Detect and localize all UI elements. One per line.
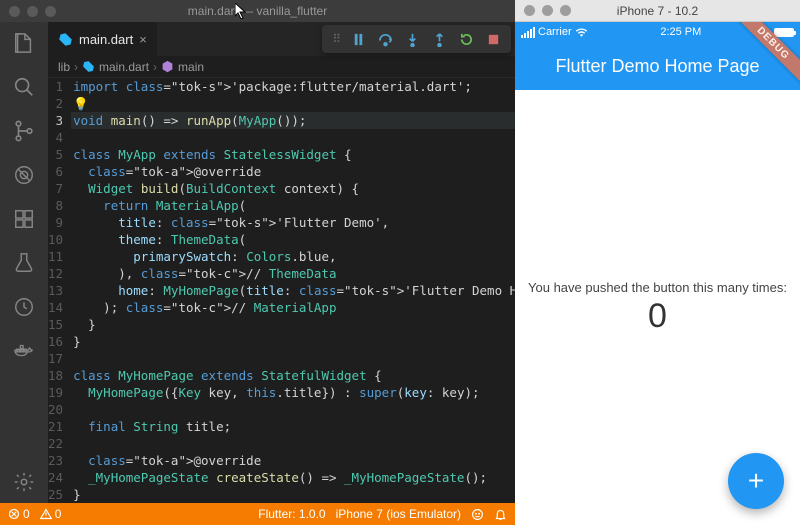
device-screen: Carrier 2:25 PM Flutter Demo Home Page D…	[515, 22, 800, 525]
feedback-icon[interactable]	[471, 508, 484, 521]
app-bar: Flutter Demo Home Page	[515, 42, 800, 90]
symbol-method-icon	[161, 60, 174, 73]
cellular-signal-icon	[521, 27, 535, 38]
restart-icon[interactable]	[459, 32, 474, 47]
clock: 2:25 PM	[660, 26, 701, 38]
tab-main-dart[interactable]: main.dart ×	[48, 22, 158, 56]
maximize-window-icon[interactable]	[45, 6, 56, 17]
counter-caption: You have pushed the button this many tim…	[528, 280, 787, 295]
error-icon	[8, 508, 20, 520]
step-over-icon[interactable]	[378, 32, 393, 47]
window-controls[interactable]	[515, 5, 571, 16]
dart-file-icon	[82, 60, 95, 73]
search-icon[interactable]	[11, 74, 37, 100]
counter-value: 0	[648, 297, 667, 336]
errors-count[interactable]: 0	[8, 507, 30, 521]
minimize-window-icon[interactable]	[542, 5, 553, 16]
close-window-icon[interactable]	[524, 5, 535, 16]
tab-close-icon[interactable]: ×	[139, 32, 147, 47]
window-title: main.dart — vanilla_flutter	[0, 4, 515, 18]
editor-area: main.dart × ⠿ lib › main.dart ›	[48, 22, 515, 503]
stop-icon[interactable]	[486, 32, 501, 47]
window-controls[interactable]	[0, 6, 56, 17]
activity-bar	[0, 22, 48, 503]
step-into-icon[interactable]	[405, 32, 420, 47]
chevron-right-icon: ›	[153, 60, 157, 74]
code-content[interactable]: import class="tok-s">'package:flutter/ma…	[73, 78, 515, 503]
plus-icon: +	[748, 465, 764, 497]
chevron-right-icon: ›	[74, 60, 78, 74]
settings-gear-icon[interactable]	[11, 469, 37, 495]
status-bar: 0 0 Flutter: 1.0.0 iPhone 7 (ios Emulato…	[0, 503, 515, 525]
explorer-icon[interactable]	[11, 30, 37, 56]
breadcrumb-file[interactable]: main.dart	[99, 60, 149, 74]
breadcrumb[interactable]: lib › main.dart › main	[48, 56, 515, 78]
docker-icon[interactable]	[11, 338, 37, 364]
beaker-icon[interactable]	[11, 250, 37, 276]
history-icon[interactable]	[11, 294, 37, 320]
extensions-icon[interactable]	[11, 206, 37, 232]
mouse-cursor-icon	[235, 3, 247, 19]
breadcrumb-symbol[interactable]: main	[178, 60, 204, 74]
code-editor[interactable]: 1234567891011121314151617181920212223242…	[48, 78, 515, 503]
fab-add-button[interactable]: +	[728, 453, 784, 509]
git-icon[interactable]	[11, 118, 37, 144]
dart-file-icon	[58, 32, 73, 47]
ios-simulator-window: iPhone 7 - 10.2 Carrier 2:25 PM Flutter …	[515, 0, 800, 525]
breadcrumb-folder[interactable]: lib	[58, 60, 70, 74]
close-window-icon[interactable]	[9, 6, 20, 17]
ios-status-bar: Carrier 2:25 PM	[515, 22, 800, 42]
line-number-gutter: 1234567891011121314151617181920212223242…	[48, 78, 73, 503]
warning-icon	[40, 508, 52, 520]
step-out-icon[interactable]	[432, 32, 447, 47]
carrier-label: Carrier	[538, 26, 572, 38]
tab-bar: main.dart × ⠿	[48, 22, 515, 56]
vscode-titlebar[interactable]: main.dart — vanilla_flutter	[0, 0, 515, 22]
app-bar-title: Flutter Demo Home Page	[555, 56, 759, 77]
flutter-version[interactable]: Flutter: 1.0.0	[258, 507, 325, 521]
pause-icon[interactable]	[351, 32, 366, 47]
wifi-icon	[575, 27, 588, 37]
minimize-window-icon[interactable]	[27, 6, 38, 17]
warnings-count[interactable]: 0	[40, 507, 62, 521]
debug-toolbar[interactable]: ⠿	[322, 25, 511, 53]
simulator-titlebar[interactable]: iPhone 7 - 10.2	[515, 0, 800, 22]
maximize-window-icon[interactable]	[560, 5, 571, 16]
notifications-icon[interactable]	[494, 508, 507, 521]
vscode-window: main.dart — vanilla_flutter main.dart ×	[0, 0, 515, 525]
device-selector[interactable]: iPhone 7 (ios Emulator)	[336, 507, 461, 521]
tab-label: main.dart	[79, 32, 133, 47]
drag-handle-icon[interactable]: ⠿	[332, 32, 339, 46]
battery-icon	[774, 28, 794, 37]
debug-icon[interactable]	[11, 162, 37, 188]
